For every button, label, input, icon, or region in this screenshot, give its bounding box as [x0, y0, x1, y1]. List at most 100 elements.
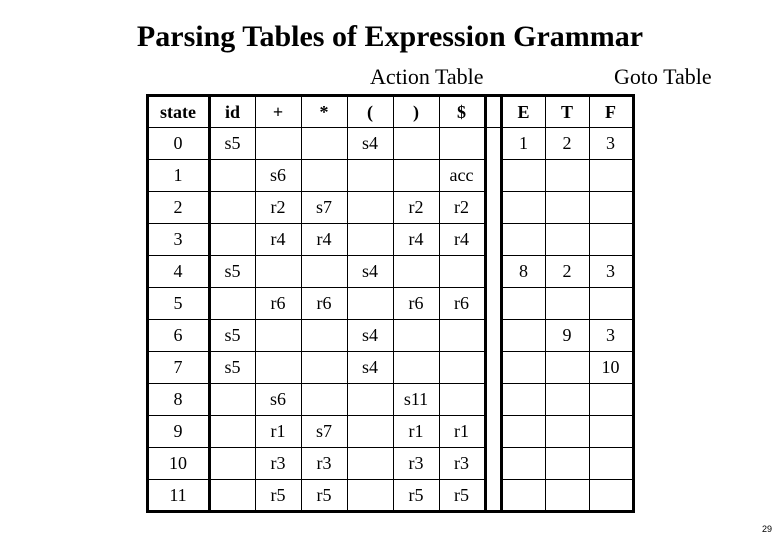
action-cell [347, 384, 393, 416]
goto-cell [501, 416, 545, 448]
action-cell: s4 [347, 256, 393, 288]
action-cell: s4 [347, 352, 393, 384]
action-cell: r6 [301, 288, 347, 320]
action-cell [209, 384, 255, 416]
goto-cell [545, 448, 589, 480]
table-gap [485, 384, 501, 416]
col-header-goto: T [545, 96, 589, 128]
action-cell: s5 [209, 256, 255, 288]
action-cell [347, 288, 393, 320]
action-cell: r6 [255, 288, 301, 320]
goto-cell: 10 [589, 352, 633, 384]
goto-cell: 3 [589, 256, 633, 288]
goto-cell: 2 [545, 128, 589, 160]
action-cell [209, 288, 255, 320]
action-cell [393, 128, 439, 160]
action-cell [301, 128, 347, 160]
action-cell [255, 128, 301, 160]
action-cell: acc [439, 160, 485, 192]
goto-cell [501, 352, 545, 384]
action-cell [439, 352, 485, 384]
table-gap [485, 288, 501, 320]
action-cell [209, 448, 255, 480]
action-cell [301, 352, 347, 384]
action-cell [301, 160, 347, 192]
action-cell: r1 [255, 416, 301, 448]
table-gap [485, 224, 501, 256]
table-gap [485, 480, 501, 512]
action-cell: s7 [301, 192, 347, 224]
col-header-state: state [147, 96, 209, 128]
action-cell: s5 [209, 352, 255, 384]
goto-cell: 3 [589, 128, 633, 160]
state-cell: 11 [147, 480, 209, 512]
goto-cell [545, 352, 589, 384]
action-cell [347, 416, 393, 448]
section-label-action: Action Table [370, 64, 484, 90]
goto-cell [589, 448, 633, 480]
goto-cell [501, 288, 545, 320]
action-cell [393, 256, 439, 288]
table-gap [485, 352, 501, 384]
goto-cell [589, 480, 633, 512]
action-cell: r2 [439, 192, 485, 224]
action-cell [209, 192, 255, 224]
action-cell: s6 [255, 384, 301, 416]
goto-cell [589, 160, 633, 192]
action-cell: r3 [439, 448, 485, 480]
action-cell: r1 [439, 416, 485, 448]
col-header-action: $ [439, 96, 485, 128]
goto-cell [501, 448, 545, 480]
goto-cell: 1 [501, 128, 545, 160]
col-header-goto: F [589, 96, 633, 128]
action-cell [439, 320, 485, 352]
goto-cell [589, 224, 633, 256]
action-cell [393, 320, 439, 352]
section-label-goto: Goto Table [614, 64, 712, 90]
table-gap [485, 256, 501, 288]
goto-cell [589, 192, 633, 224]
goto-cell [501, 320, 545, 352]
slide-title: Parsing Tables of Expression Grammar [30, 20, 750, 54]
col-header-action: + [255, 96, 301, 128]
action-cell: r2 [255, 192, 301, 224]
goto-cell [545, 224, 589, 256]
action-cell: r4 [439, 224, 485, 256]
action-cell [347, 160, 393, 192]
goto-cell [589, 384, 633, 416]
table-gap [485, 416, 501, 448]
goto-cell [501, 160, 545, 192]
table-gap [485, 160, 501, 192]
action-cell [439, 128, 485, 160]
state-cell: 0 [147, 128, 209, 160]
col-header-action: * [301, 96, 347, 128]
goto-cell [501, 192, 545, 224]
action-cell: s4 [347, 128, 393, 160]
goto-cell [545, 192, 589, 224]
action-cell: s4 [347, 320, 393, 352]
action-cell [255, 256, 301, 288]
goto-cell [501, 480, 545, 512]
state-cell: 4 [147, 256, 209, 288]
action-cell: r4 [393, 224, 439, 256]
page-number: 29 [762, 524, 772, 534]
action-cell: r5 [301, 480, 347, 512]
action-cell [347, 448, 393, 480]
action-cell: r6 [439, 288, 485, 320]
action-cell [301, 384, 347, 416]
col-header-goto: E [501, 96, 545, 128]
action-cell: r1 [393, 416, 439, 448]
table-gap [485, 96, 501, 128]
goto-cell [545, 480, 589, 512]
action-cell: r6 [393, 288, 439, 320]
goto-cell [545, 288, 589, 320]
state-cell: 1 [147, 160, 209, 192]
state-cell: 7 [147, 352, 209, 384]
action-cell [439, 256, 485, 288]
goto-cell [545, 416, 589, 448]
goto-cell [545, 160, 589, 192]
table-gap [485, 128, 501, 160]
action-cell [393, 352, 439, 384]
goto-cell: 9 [545, 320, 589, 352]
state-cell: 10 [147, 448, 209, 480]
